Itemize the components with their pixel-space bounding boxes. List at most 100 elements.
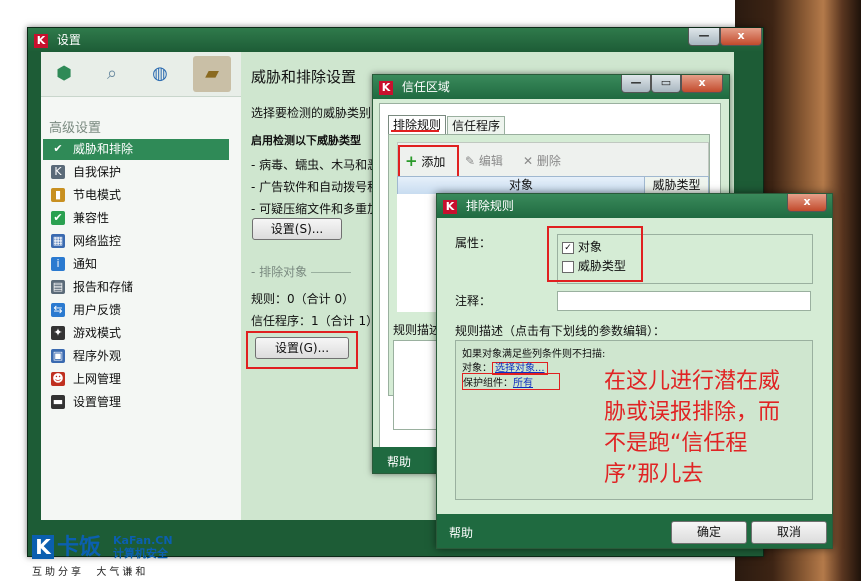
sidebar-item[interactable]: ▬ 设置管理 (43, 392, 229, 413)
edit-button[interactable]: ✎ 编辑 (465, 152, 503, 169)
threat-line: - 可疑压缩文件和多重加 (251, 202, 380, 216)
sidebar-item-icon: ☻ (51, 372, 65, 386)
sidebar-item-icon: ✦ (51, 326, 65, 340)
sidebar-item-label: 上网管理 (73, 372, 122, 386)
brand-name: 卡饭 (57, 535, 102, 560)
checkbox-checked-icon: ✓ (562, 241, 574, 254)
close-button[interactable]: x (720, 28, 762, 46)
delete-button[interactable]: ✕ 删除 (523, 152, 561, 169)
desc-line: 如果对象满足些列条件则不扫描: (462, 349, 606, 360)
add-button[interactable]: + 添加 (405, 152, 445, 170)
trust-title: 信任区域 (401, 80, 450, 94)
component-all-link[interactable]: 所有 (513, 378, 533, 389)
sidebar-item[interactable]: ✦ 游戏模式 (43, 323, 229, 344)
sidebar-item[interactable]: ✔ 兼容性 (43, 208, 229, 229)
rule-close-button[interactable]: x (787, 194, 827, 212)
exclusions-heading: - 排除对象 (251, 263, 351, 280)
sidebar-item[interactable]: ▣ 程序外观 (43, 346, 229, 367)
brand-subtitle: 计算机安全 (113, 547, 168, 560)
sidebar-item-label: 设置管理 (73, 395, 122, 409)
sidebar-item[interactable]: K 自我保护 (43, 162, 229, 183)
sidebar-item[interactable]: i 通知 (43, 254, 229, 275)
sidebar-item[interactable]: ✔ 威胁和排除 (43, 139, 229, 160)
settings-icon-tabs: ⬢ ⌕ ◍ ▰ (41, 52, 241, 97)
sidebar-item-label: 报告和存储 (73, 280, 134, 294)
sidebar-item-icon: K (51, 165, 65, 179)
settings-title: 设置 (56, 33, 81, 47)
annotation-line: 不是跑“信任程 (604, 431, 748, 456)
cancel-button[interactable]: 取消 (751, 521, 827, 544)
rule-title: 排除规则 (465, 199, 514, 213)
settings-titlebar: K 设置 (28, 28, 763, 52)
sidebar-item-icon: ▤ (51, 280, 65, 294)
checkbox-object[interactable]: ✓ 对象 (562, 238, 602, 255)
shield-icon[interactable]: ⬢ (45, 56, 83, 92)
tab-underline-highlight (391, 130, 439, 132)
sidebar-item-icon: ✔ (51, 142, 65, 156)
trusted-count: 信任程序：1（合计 1） (251, 314, 379, 328)
threat-line: - 病毒、蠕虫、木马和恶 (251, 158, 380, 172)
delete-icon: ✕ (523, 154, 534, 168)
comment-input[interactable] (557, 291, 811, 311)
sidebar-item-icon: i (51, 257, 65, 271)
sidebar-item[interactable]: ⇆ 用户反馈 (43, 300, 229, 321)
sidebar-item-label: 自我保护 (73, 165, 122, 179)
sidebar-item[interactable]: ▦ 网络监控 (43, 231, 229, 252)
comment-label: 注释： (455, 294, 492, 308)
panel-intro: 选择要检测的威胁类别 (251, 106, 372, 120)
sidebar-item-label: 兼容性 (73, 211, 110, 225)
tab-exclusion-rules[interactable]: 排除规则 (388, 115, 446, 135)
sidebar-item[interactable]: ▮ 节电模式 (43, 185, 229, 206)
desc-object-row: 对象： 选择对象... (462, 359, 548, 375)
annotation-line: 胁或误报排除，而 (604, 400, 781, 425)
properties-label: 属性： (455, 236, 492, 250)
globe-icon[interactable]: ◍ (141, 56, 179, 92)
kaspersky-logo-icon: K (443, 199, 457, 214)
brand-slogan: 互助分享 大气谦和 (32, 567, 149, 578)
rules-count: 规则：0（合计 0） (251, 292, 355, 306)
minimize-button[interactable]: — (688, 28, 720, 46)
enable-label: 启用检测以下威胁类型 (251, 134, 361, 147)
kaspersky-logo-icon: K (34, 33, 48, 48)
search-icon[interactable]: ⌕ (93, 56, 131, 92)
kaspersky-logo-icon: K (379, 80, 393, 95)
settings-s-button[interactable]: 设置(S)... (252, 218, 342, 240)
settings-folder-icon[interactable]: ▰ (193, 56, 231, 92)
sidebar-item-icon: ▦ (51, 234, 65, 248)
trust-help-link[interactable]: 帮助 (387, 453, 411, 470)
rule-desc-label: 规则描述（点击有下划线的参数编辑）： (455, 324, 666, 338)
threat-list: - 病毒、蠕虫、木马和恶 - 广告软件和自动拨号程 - 可疑压缩文件和多重加 (251, 154, 379, 220)
trust-minimize-button[interactable]: — (621, 75, 651, 93)
sidebar-item-label: 威胁和排除 (73, 142, 134, 156)
checkbox-threat-type[interactable]: 威胁类型 (562, 257, 626, 274)
ok-button[interactable]: 确定 (671, 521, 747, 544)
annotation-line: 序”那儿去 (604, 462, 704, 487)
annotation-line: 在这儿进行潜在威 (604, 369, 781, 394)
settings-g-button[interactable]: 设置(G)... (255, 337, 349, 359)
sidebar-item-icon: ✔ (51, 211, 65, 225)
sidebar-item-icon: ⇆ (51, 303, 65, 317)
desc-component-row: 保护组件：所有 (462, 373, 560, 390)
trust-close-button[interactable]: x (681, 75, 723, 93)
checkbox-unchecked-icon (562, 260, 574, 273)
sidebar-item[interactable]: ☻ 上网管理 (43, 369, 229, 390)
rule-titlebar: K 排除规则 (437, 194, 832, 218)
annotation-text: 在这儿进行潜在威 胁或误报排除，而 不是跑“信任程 序”那儿去 (604, 366, 780, 490)
sidebar-item-label: 程序外观 (73, 349, 122, 363)
sidebar-item[interactable]: ▤ 报告和存储 (43, 277, 229, 298)
sidebar-item-icon: ▮ (51, 188, 65, 202)
sidebar-heading: 高级设置 (49, 121, 102, 136)
tab-trusted-programs[interactable]: 信任程序 (447, 116, 505, 135)
rule-desc-label: 规则描述 (393, 323, 442, 337)
settings-sidebar: 高级设置 ✔ 威胁和排除 K 自我保护 ▮ 节电模式 ✔ 兼容性 ▦ 网络监控 i 通知 ▤ 报告和存储 ⇆… (41, 97, 242, 520)
sidebar-item-icon: ▬ (51, 395, 65, 409)
trust-maximize-button[interactable]: ▭ (651, 75, 681, 93)
pencil-icon: ✎ (465, 154, 476, 168)
threat-line: - 广告软件和自动拨号程 (251, 180, 380, 194)
rule-help-link[interactable]: 帮助 (449, 524, 473, 541)
sidebar-item-label: 通知 (73, 257, 98, 271)
sidebar-item-label: 游戏模式 (73, 326, 122, 340)
sidebar-item-label: 网络监控 (73, 234, 122, 248)
sidebar-item-label: 节电模式 (73, 188, 122, 202)
sidebar-item-icon: ▣ (51, 349, 65, 363)
